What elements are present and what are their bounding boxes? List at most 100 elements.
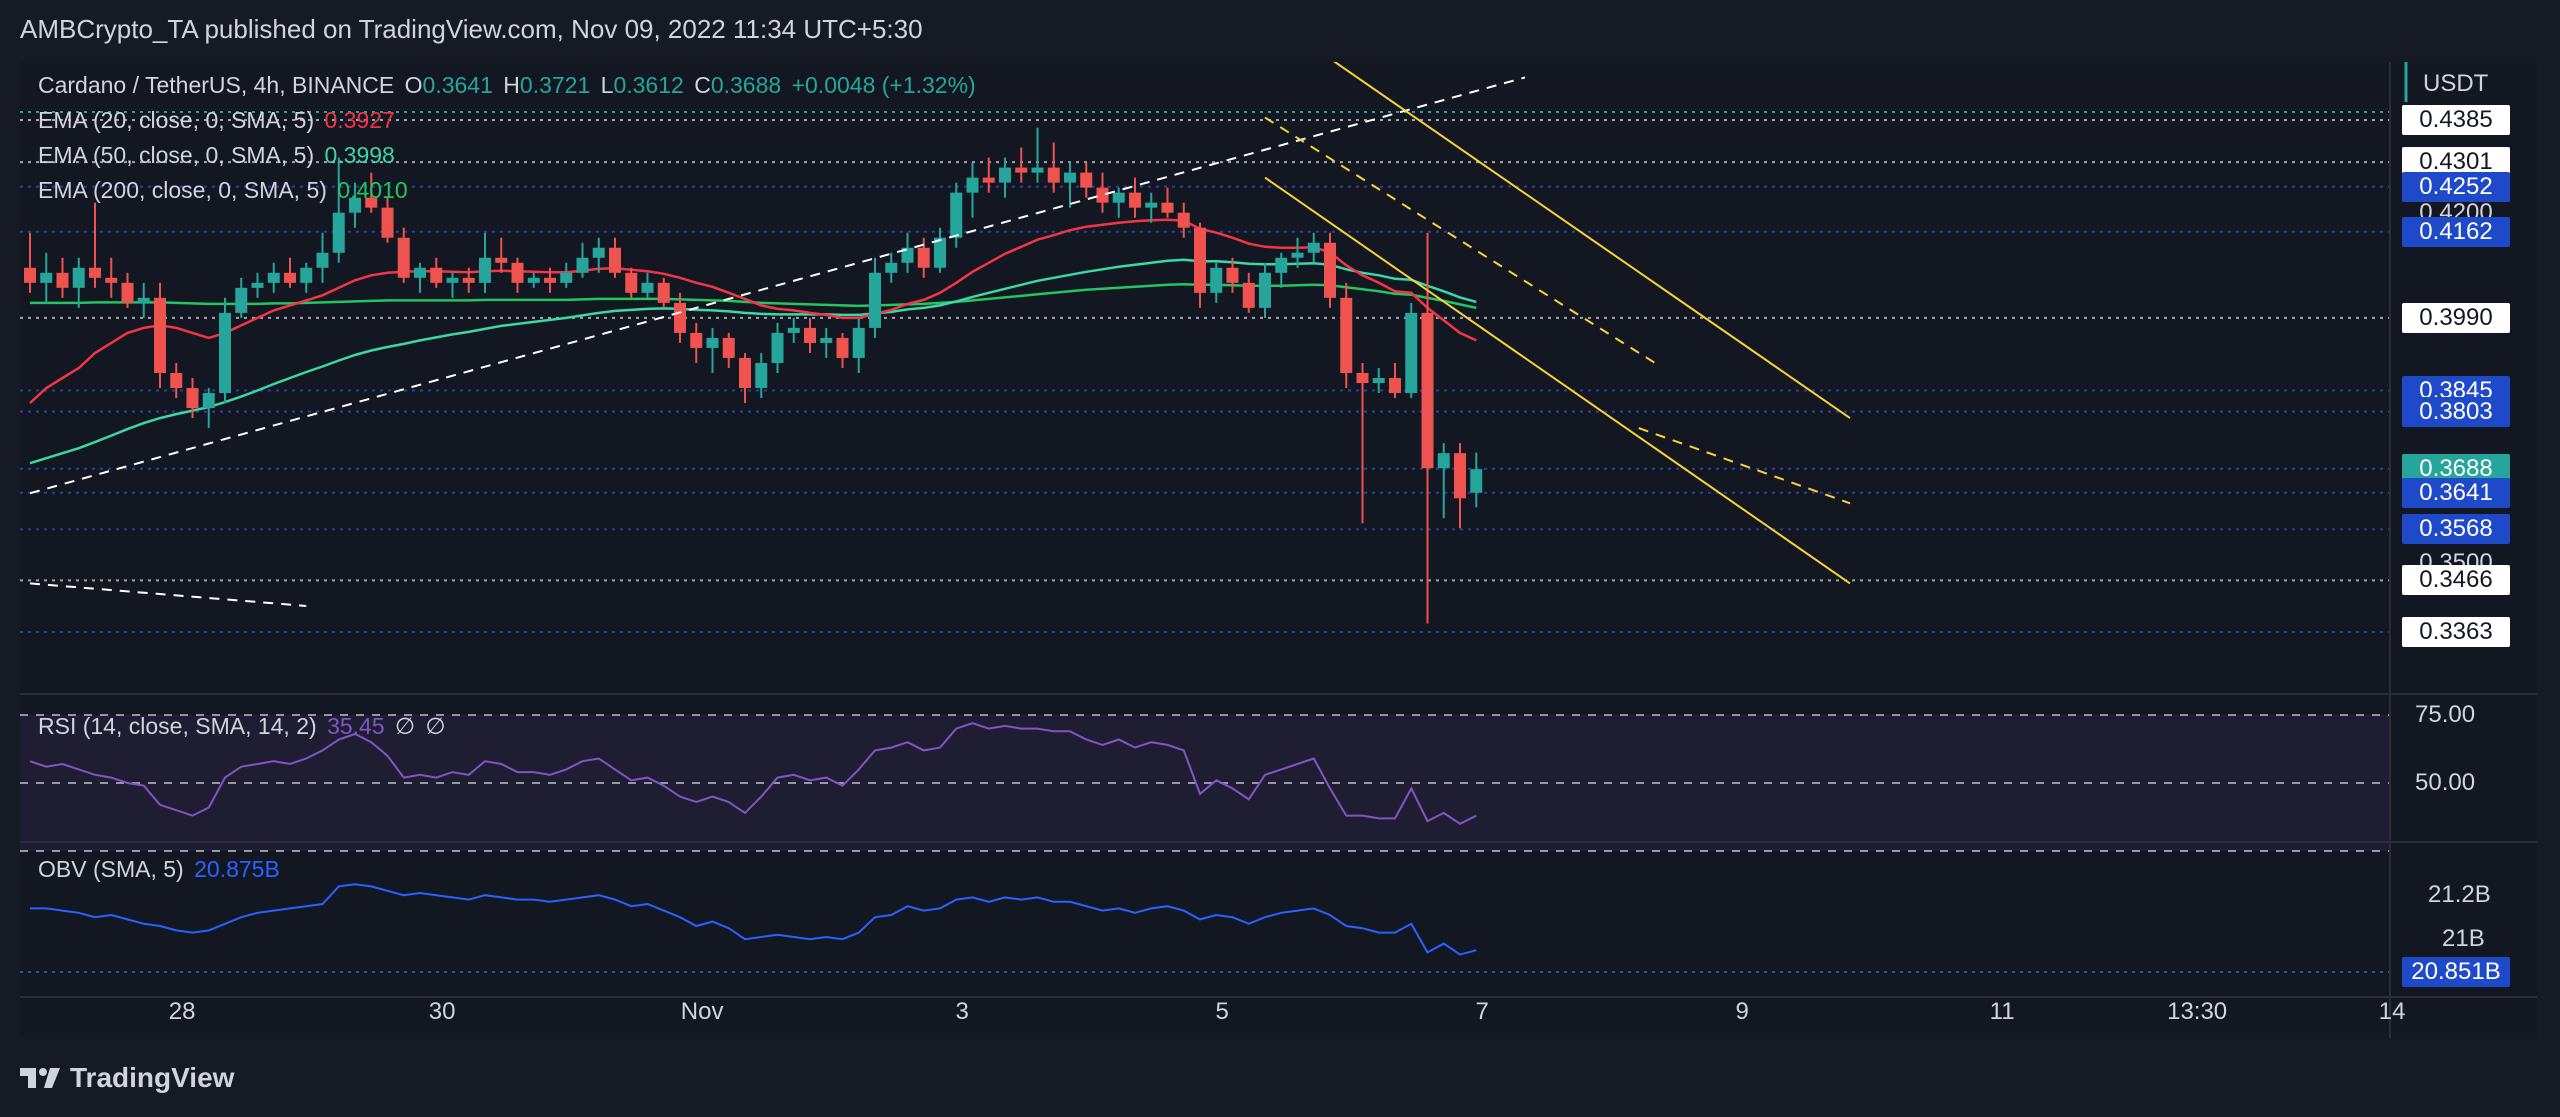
price-tag: 0.3990 [2402, 302, 2510, 333]
candle [316, 232, 329, 283]
legend-obv: OBV (SMA, 5) 20.875B [38, 856, 284, 883]
candle-body [1242, 282, 1255, 308]
candle [381, 197, 394, 243]
candle-body [657, 282, 670, 303]
currency-label: USDT [2423, 70, 2489, 97]
price-chart[interactable] [20, 62, 2537, 1038]
candle-body [1031, 167, 1044, 173]
candle [1454, 443, 1466, 529]
candle-body [1226, 267, 1239, 283]
candle-body [267, 272, 280, 283]
candle-body [1307, 242, 1320, 253]
candle [397, 227, 410, 283]
candle [625, 267, 638, 298]
candle-body [625, 272, 638, 293]
candle-body [1470, 469, 1483, 493]
candle [56, 257, 69, 298]
candle-body [446, 277, 459, 283]
candle [1356, 362, 1369, 524]
ema20-label: EMA (20, close, 0, SMA, 5) [38, 107, 315, 133]
candle [284, 257, 296, 288]
candle-body [1356, 373, 1369, 384]
candle-body [999, 167, 1011, 183]
time-tick: Nov [680, 998, 724, 1025]
ema50-label: EMA (50, close, 0, SMA, 5) [38, 142, 315, 168]
candle [1031, 127, 1044, 183]
candle [1437, 443, 1450, 519]
candle [934, 227, 946, 273]
obv-label: OBV (SMA, 5) [38, 856, 184, 882]
obv-tag: 20.851B [2402, 957, 2510, 987]
trendline [1264, 176, 1851, 585]
candle [430, 257, 443, 288]
candle [72, 257, 85, 308]
candle-body [755, 362, 768, 389]
ema200-value: 0.4010 [337, 177, 408, 203]
ema20-value: 0.3927 [324, 107, 395, 133]
candle-body [820, 337, 833, 343]
candle [24, 232, 36, 293]
candle [771, 322, 784, 374]
candle-body [381, 207, 394, 238]
candle-body [950, 192, 963, 238]
candle [609, 237, 621, 278]
candle [1242, 272, 1255, 313]
candle-body [1275, 257, 1288, 273]
candle-body [544, 277, 556, 283]
candle-body [219, 312, 231, 394]
candle [1324, 232, 1336, 308]
candle-body [739, 357, 751, 389]
candle [982, 157, 995, 193]
candle [560, 262, 573, 288]
candle-body [1372, 378, 1385, 384]
candle [1307, 232, 1320, 263]
obv-value: 20.875B [194, 856, 280, 882]
candle-body [804, 327, 816, 343]
candle-body [1421, 312, 1434, 469]
candle-body [885, 262, 898, 273]
candle-body [479, 257, 491, 283]
candle-body [24, 267, 36, 283]
candle [950, 182, 963, 248]
candle-body [1291, 252, 1304, 258]
candle [202, 388, 215, 429]
candle [1275, 252, 1288, 288]
legend-ema20: EMA (20, close, 0, SMA, 5) 0.3927 [38, 107, 399, 134]
candle-body [869, 272, 881, 328]
trendline [1264, 116, 1656, 364]
candle-body [1324, 242, 1336, 298]
candle [1470, 452, 1483, 508]
candle [89, 202, 101, 288]
legend-symbol: Cardano / TetherUS, 4h, BINANCE O0.3641 … [38, 72, 980, 99]
candle [722, 332, 735, 368]
candle [40, 252, 53, 303]
price-tag: 0.3363 [2402, 617, 2510, 648]
candle [1161, 187, 1174, 218]
candle-body [56, 272, 69, 288]
candle [852, 317, 865, 374]
candle [1015, 147, 1028, 183]
symbol-title: Cardano / TetherUS, 4h, BINANCE [38, 72, 395, 98]
candle-body [1389, 378, 1401, 394]
candle [1210, 262, 1223, 303]
price-tag: 0.3641 [2402, 477, 2510, 508]
tradingview-brand: TradingView [20, 1062, 234, 1094]
candle [1405, 302, 1418, 399]
candle [739, 352, 751, 404]
candle [446, 272, 459, 298]
ohlc-high-value: 0.3721 [519, 72, 591, 98]
tradingview-logo-icon [20, 1068, 60, 1088]
candle-body [1161, 202, 1174, 213]
chart-frame[interactable]: Cardano / TetherUS, 4h, BINANCE O0.3641 … [20, 62, 2537, 1038]
candle [966, 162, 979, 218]
candle [235, 277, 248, 318]
candle [154, 282, 166, 389]
candle [251, 272, 264, 298]
ohlc-close-value: 0.3688 [710, 72, 782, 98]
candle-body [836, 337, 849, 358]
candle [1080, 162, 1093, 198]
candle-body [235, 287, 248, 313]
rsi-tick: 50.00 [2415, 769, 2476, 796]
candle [170, 362, 183, 399]
candle-body [1112, 192, 1125, 203]
